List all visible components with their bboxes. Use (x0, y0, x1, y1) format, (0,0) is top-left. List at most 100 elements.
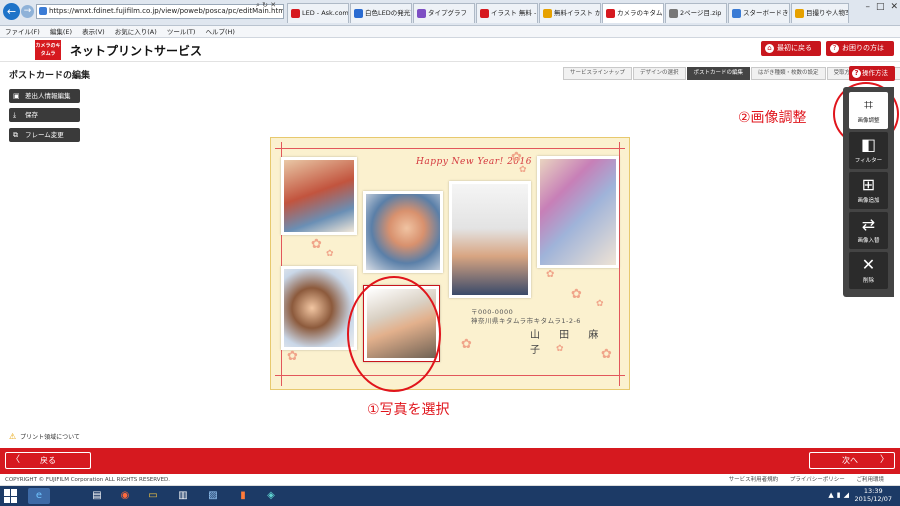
windows-taskbar: e ▤ ◉ ▭ ▥ ▨ ▮ ◈ ▲▮◢ 13:39 2015/12/07 (0, 486, 900, 506)
footer-link-terms[interactable]: サービス利用者規約 (729, 477, 779, 483)
photo-family (284, 160, 354, 232)
change-frame-button[interactable]: ⧉ フレーム変更 (9, 128, 80, 142)
flower-icon: ✿ (556, 344, 564, 354)
contact-card-icon: ▣ (13, 92, 20, 100)
flower-icon: ✿ (546, 269, 555, 280)
ie-browser-icon[interactable]: e (28, 488, 50, 504)
next-button[interactable]: 次へ 〉 (809, 452, 895, 469)
browser-tab[interactable]: 白色LEDの発光方... (350, 3, 412, 23)
menu-file[interactable]: ファイル(F) (5, 28, 40, 36)
file-explorer-icon[interactable]: ▭ (142, 488, 164, 504)
tab-favicon-icon (795, 9, 804, 18)
back-arrow-icon[interactable]: ← (3, 3, 20, 20)
frame-line (275, 375, 625, 376)
back-to-start-button[interactable]: ⌂ 最初に戻る (761, 41, 821, 56)
page-title: ポストカードの編集 (9, 71, 91, 81)
browser-tab[interactable]: スターボードきまぐれ... (728, 3, 790, 23)
home-icon: ⌂ (765, 44, 774, 53)
menu-help[interactable]: ヘルプ(H) (206, 28, 235, 36)
address-bar[interactable]: https://wnxt.fdinet.fujifilm.co.jp/view/… (36, 4, 284, 19)
help-button[interactable]: ? お困りの方はこちら (826, 41, 894, 67)
browser-toolbar: ← → https://wnxt.fdinet.fujifilm.co.jp/v… (0, 0, 900, 26)
windows-start-icon[interactable] (4, 489, 18, 503)
tab-favicon-icon (732, 9, 741, 18)
add-image-tool[interactable]: ⊞ 画像追加 (849, 172, 888, 209)
taskbar-clock[interactable]: 13:39 2015/12/07 (855, 487, 892, 503)
footer-link-privacy[interactable]: プライバシーポリシー (790, 477, 845, 483)
delete-tool[interactable]: ✕ 削除 (849, 252, 888, 289)
close-window-icon[interactable]: ✕ (890, 2, 898, 12)
menu-favorites[interactable]: お気に入り(A) (115, 28, 157, 36)
delete-x-icon: ✕ (861, 255, 876, 274)
step-item-active: ポストカードの編集 (686, 67, 751, 80)
forward-arrow-icon[interactable]: → (21, 5, 34, 18)
photo-slot[interactable] (363, 191, 443, 273)
print-area-note[interactable]: ⚠ プリント領域について (9, 432, 80, 441)
minimize-icon[interactable]: – (865, 2, 870, 12)
menu-view[interactable]: 表示(V) (82, 28, 105, 36)
close-icon[interactable]: ✕ (270, 1, 276, 9)
flower-icon: ✿ (601, 347, 612, 362)
tab-favicon-icon (354, 9, 363, 18)
step-item: サービスラインナップ (563, 67, 633, 80)
image-adjust-tool[interactable]: ⌗ 画像調整 (849, 92, 888, 129)
previous-button[interactable]: 〈 戻る (5, 452, 91, 469)
operation-guide-button[interactable]: ? 操作方法 (849, 66, 895, 81)
add-image-icon: ⊞ (861, 175, 876, 194)
save-button[interactable]: ⤓ 保存 (9, 108, 80, 122)
media-app-icon[interactable]: ▤ (86, 488, 108, 504)
browser-tab[interactable]: タイプグラフ (413, 3, 475, 23)
flower-icon: ✿ (511, 150, 522, 165)
tab-favicon-icon (417, 9, 426, 18)
browser-tab[interactable]: LED - Ask.com ... (287, 3, 349, 23)
search-icon[interactable]: ⌕ (256, 1, 260, 9)
photo-slot[interactable] (281, 266, 357, 350)
photo-slot[interactable] (449, 181, 531, 298)
flower-icon: ✿ (287, 349, 298, 364)
tool-app-icon[interactable]: ◈ (260, 488, 282, 504)
footer-link-environment[interactable]: ご利用環境 (856, 477, 884, 483)
copyright-text: COPYRIGHT © FUJIFILM Corporation ALL RIG… (5, 477, 171, 483)
maximize-icon[interactable]: □ (876, 2, 885, 12)
flower-icon: ✿ (311, 237, 322, 252)
refresh-icon[interactable]: ↻ (262, 1, 268, 9)
photo-slot[interactable] (537, 156, 619, 268)
step-item: デザインの選択 (633, 67, 686, 80)
browser-tab[interactable]: イラスト 無料 - A... (476, 3, 538, 23)
annotation-image-adjust: ②画像調整 (738, 110, 807, 126)
question-icon: ? (852, 69, 861, 78)
document-app-icon[interactable]: ▥ (172, 488, 194, 504)
chevron-left-icon: 〈 (11, 455, 21, 465)
photo-viewer-icon[interactable]: ▨ (202, 488, 224, 504)
menu-edit[interactable]: 編集(E) (50, 28, 72, 36)
system-tray[interactable]: ▲▮◢ (828, 491, 852, 499)
address-url: https://wnxt.fdinet.fujifilm.co.jp/view/… (49, 7, 284, 15)
browser-tab[interactable]: 2ページ目.zip (665, 3, 727, 23)
annotation-circle-photo (347, 276, 441, 392)
footer-links: サービス利用者規約 プライバシーポリシー ご利用環境 (719, 474, 884, 486)
photo-child-playing (540, 159, 616, 265)
browser-tab-active[interactable]: カメラのキタムラ... (602, 3, 664, 23)
photo-crying-baby (366, 194, 440, 270)
office-app-icon[interactable]: ▮ (232, 488, 254, 504)
edit-toolbar: ⌗ 画像調整 ◧ フィルター ⊞ 画像追加 ⇄ 画像入替 ✕ 削除 (843, 87, 894, 297)
bottom-nav-bar: 〈 戻る 次へ 〉 (0, 448, 900, 474)
site-title: ネットプリントサービス (70, 44, 203, 58)
browser-tab[interactable]: 目撮りや人物写真... (791, 3, 849, 23)
photo-slot[interactable] (281, 157, 357, 235)
menu-tools[interactable]: ツール(T) (167, 28, 196, 36)
tab-favicon-icon (480, 9, 489, 18)
flower-icon: ✿ (596, 299, 604, 309)
browser-tab[interactable]: 無料イラスト かわい... (539, 3, 601, 23)
flower-icon: ✿ (519, 165, 527, 175)
postcard-canvas: Happy New Year! 2016 〒000-0000 神奈川県キタムラ市… (270, 137, 630, 390)
kitamura-logo[interactable]: カメラのキタムラ (35, 40, 61, 60)
flower-icon: ✿ (326, 249, 334, 259)
sender-info-button[interactable]: ▣ 差出人情報編集 (9, 89, 80, 103)
warning-icon: ⚠ (9, 432, 17, 441)
music-app-icon[interactable]: ◉ (114, 488, 136, 504)
replace-image-tool[interactable]: ⇄ 画像入替 (849, 212, 888, 249)
address-tools: ⌕ ↻ ✕ (256, 1, 276, 10)
tab-favicon-icon (606, 9, 615, 18)
filter-tool[interactable]: ◧ フィルター (849, 132, 888, 169)
